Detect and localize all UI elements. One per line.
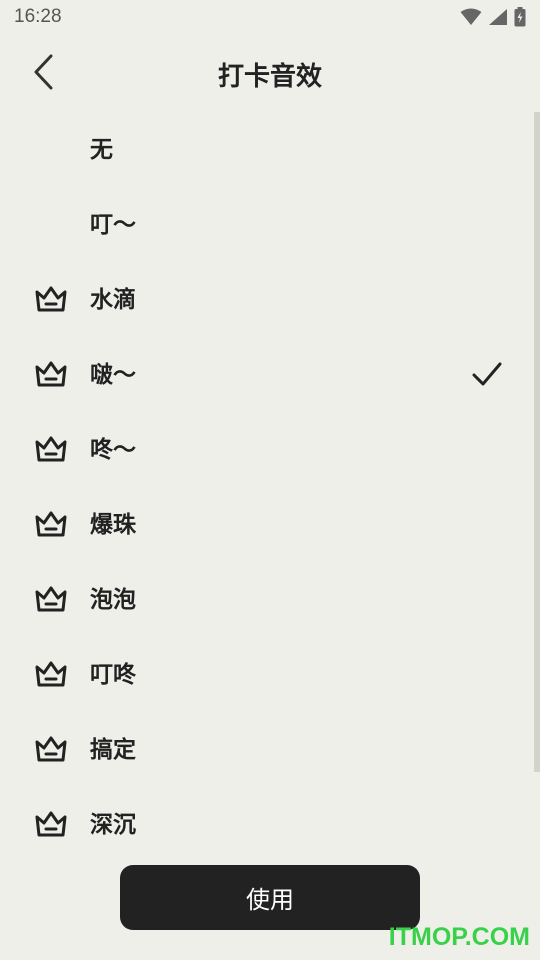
sound-item[interactable]: 泡泡 — [0, 562, 534, 637]
sound-item[interactable]: 深沉 — [0, 787, 534, 862]
sound-item[interactable]: 叮～ — [0, 187, 534, 262]
sound-label: 咚～ — [90, 437, 136, 463]
vip-crown-icon — [34, 809, 68, 841]
sound-label: 无 — [90, 137, 113, 163]
sound-item[interactable]: 搞定 — [0, 712, 534, 787]
signal-icon — [488, 8, 508, 26]
vip-crown-icon — [34, 734, 68, 766]
sound-item[interactable]: 啵～ — [0, 337, 534, 412]
vip-crown-icon — [34, 584, 68, 616]
vip-crown-icon — [34, 284, 68, 316]
watermark: ITMOP.COM — [388, 923, 530, 951]
checkmark-icon — [470, 359, 504, 391]
sound-item[interactable]: 爆珠 — [0, 487, 534, 562]
sound-label: 深沉 — [90, 812, 136, 838]
vip-crown-icon — [34, 659, 68, 691]
status-icons — [460, 7, 526, 27]
sound-item[interactable]: 水滴 — [0, 262, 534, 337]
vip-crown-icon — [34, 359, 68, 391]
status-bar: 16:28 — [0, 0, 540, 34]
page-title: 打卡音效 — [217, 62, 322, 92]
scrollbar[interactable] — [534, 112, 540, 772]
top-bar: 打卡音效 — [0, 44, 540, 104]
sound-label: 搞定 — [90, 737, 136, 763]
sound-label: 泡泡 — [90, 587, 136, 613]
sound-label: 爆珠 — [90, 512, 136, 538]
sound-label: 叮咚 — [90, 662, 136, 688]
vip-crown-icon — [34, 509, 68, 541]
sound-label: 叮～ — [90, 212, 136, 238]
wifi-icon — [460, 8, 482, 26]
use-button[interactable]: 使用 — [120, 865, 420, 930]
sound-label: 啵～ — [90, 362, 136, 388]
sound-item[interactable]: 无 — [0, 112, 534, 187]
sound-label: 水滴 — [90, 287, 136, 313]
status-time: 16:28 — [14, 6, 62, 27]
vip-crown-icon — [34, 434, 68, 466]
battery-charging-icon — [514, 7, 526, 27]
sound-list: 无叮～ 水滴啵～ 咚～ 爆珠泡泡叮咚搞定深沉 — [0, 112, 534, 862]
sound-item[interactable]: 叮咚 — [0, 637, 534, 712]
sound-item[interactable]: 咚～ — [0, 412, 534, 487]
